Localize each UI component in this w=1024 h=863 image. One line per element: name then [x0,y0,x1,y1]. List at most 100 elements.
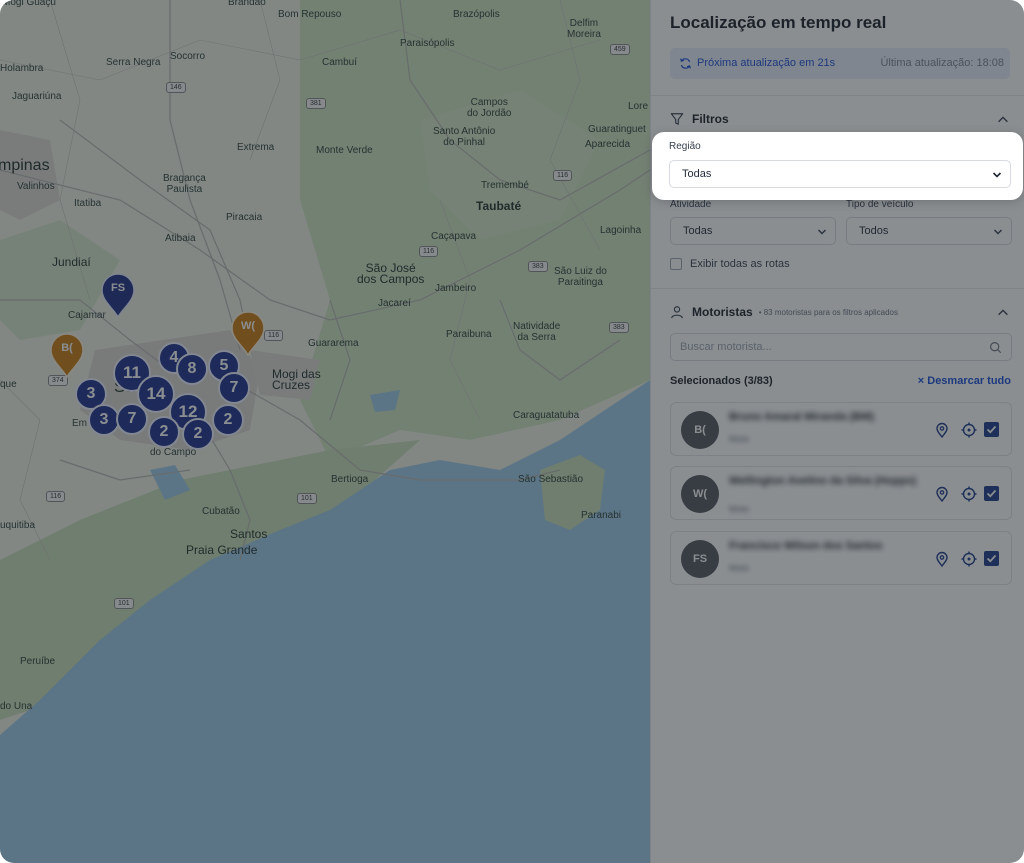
map-cluster[interactable]: 2 [182,418,214,450]
place-label: Santos [230,527,268,541]
road-shield: 101 [297,493,317,504]
region-select[interactable]: Todas [669,160,1011,188]
crosshair-icon[interactable] [961,486,977,502]
place-label: Bom Repouso [278,9,342,20]
place-label: mpinas [0,157,50,174]
activity-value: Todas [683,225,713,237]
pin-label: W( [240,320,256,332]
place-label: Paraisópolis [400,38,455,49]
road-shield: 383 [609,322,629,333]
page-title: Localização em tempo real [670,13,887,32]
place-label: Natividade da Serra [513,321,561,343]
chevron-up-icon[interactable] [996,113,1010,127]
place-label: São Luiz do Paraitinga [554,266,607,288]
place-label: Monte Verde [316,145,373,156]
place-label: Jambeiro [435,283,477,294]
location-pin-icon[interactable] [934,486,950,502]
place-label: Lagoinha [600,225,642,236]
map-cluster[interactable]: 2 [148,416,180,448]
place-label: Em [72,418,87,429]
chevron-up-icon[interactable] [996,306,1010,320]
place-label: Mogi Guaçu [2,0,56,8]
selected-count: Selecionados (3/83) [670,375,773,387]
driver-pin-b[interactable]: B( [50,334,84,378]
map-pin-icon [231,312,265,356]
region-filter-highlight: Região Todas [652,132,1023,200]
road-shield: 383 [528,261,548,272]
place-label: Jaguariúna [12,91,62,102]
divider [651,95,1024,96]
place-label: Peruíbe [20,656,56,667]
place-label: Serra Negra [106,57,161,68]
driver-vehicle: Moto [729,504,750,514]
place-label: que [0,379,17,390]
place-label: Praia Grande [186,543,258,557]
driver-card[interactable]: W( Wellington Avelino da Silva (Hopps) M… [670,466,1012,520]
place-label: do Una [0,701,33,712]
place-label: Campos do Jordão [467,97,512,119]
place-label: Brandão [228,0,266,8]
region-value: Todas [682,168,712,180]
map-cluster[interactable]: 8 [176,353,208,385]
filters-header[interactable]: Filtros [670,112,729,126]
crosshair-icon[interactable] [961,422,977,438]
next-update-text: Próxima atualização em 21s [697,57,836,69]
place-label: Bertioga [331,474,369,485]
checkmark-icon [986,489,997,498]
side-panel: Localização em tempo real Próxima atuali… [650,0,1024,863]
place-label: Jacareí [378,298,411,309]
region-label: Região [669,141,701,152]
search-icon [990,342,1002,354]
driver-pin-fs[interactable]: FS [101,274,135,318]
place-label: Valinhos [17,181,55,192]
road-shield: 381 [306,98,326,109]
vehicle-type-select[interactable]: Todos [846,217,1012,245]
place-label: Bragança Paulista [163,173,206,195]
place-label: Caçapava [431,231,477,242]
drivers-header[interactable]: Motoristas • 83 motoristas para os filtr… [670,305,898,319]
driver-card[interactable]: FS Francisco Wilson dos Santos Moto [670,531,1012,585]
place-label: Holambra [0,63,44,74]
road-shield: 116 [419,246,439,257]
map-view[interactable]: Mogi Guaçu Brandão Bom Repouso Brazópoli… [0,0,650,863]
chevron-down-icon [992,172,1002,178]
driver-card[interactable]: B( Bruno Amaral Miranda (BM) Moto [670,402,1012,456]
place-label: Delfim Moreira [567,18,601,40]
driver-vehicle: Moto [729,434,750,444]
driver-name: Wellington Avelino da Silva (Hopps) [729,475,917,487]
crosshair-icon[interactable] [961,551,977,567]
last-update-text: Última atualização: 18:08 [880,57,1004,69]
place-label: Extrema [237,142,275,153]
road-shield: 459 [610,44,630,55]
map-cluster[interactable]: 7 [218,372,250,404]
driver-select-checkbox[interactable] [984,551,999,566]
place-label: Tremembé [481,180,529,191]
place-label: Paranabi [581,510,622,521]
chevron-down-icon [817,229,827,235]
show-routes-checkbox[interactable] [670,258,682,270]
activity-select[interactable]: Todas [670,217,836,245]
driver-name: Bruno Amaral Miranda (BM) [729,411,875,423]
location-pin-icon[interactable] [934,422,950,438]
place-label: São José dos Campos [357,261,425,286]
driver-search-input[interactable]: Buscar motorista... [670,333,1012,361]
driver-pin-w[interactable]: W( [231,312,265,356]
avatar: FS [681,540,719,578]
refresh-icon[interactable] [679,57,692,70]
map-cluster[interactable]: 2 [212,404,244,436]
map-cluster[interactable]: 7 [116,403,148,435]
driver-select-checkbox[interactable] [984,486,999,501]
filters-title: Filtros [692,112,729,126]
deselect-all-button[interactable]: × Desmarcar tudo [918,375,1011,387]
location-pin-icon[interactable] [934,551,950,567]
driver-name: Francisco Wilson dos Santos [729,540,883,552]
driver-select-checkbox[interactable] [984,422,999,437]
place-label: Brazópolis [453,9,500,20]
place-label: Lore [628,101,649,112]
avatar: B( [681,411,719,449]
filter-icon [670,113,684,125]
place-label: Piracaia [226,212,263,223]
vehicle-type-value: Todos [859,225,889,237]
road-shield: 146 [166,82,186,93]
update-status-bar: Próxima atualização em 21s Última atuali… [670,48,1010,79]
